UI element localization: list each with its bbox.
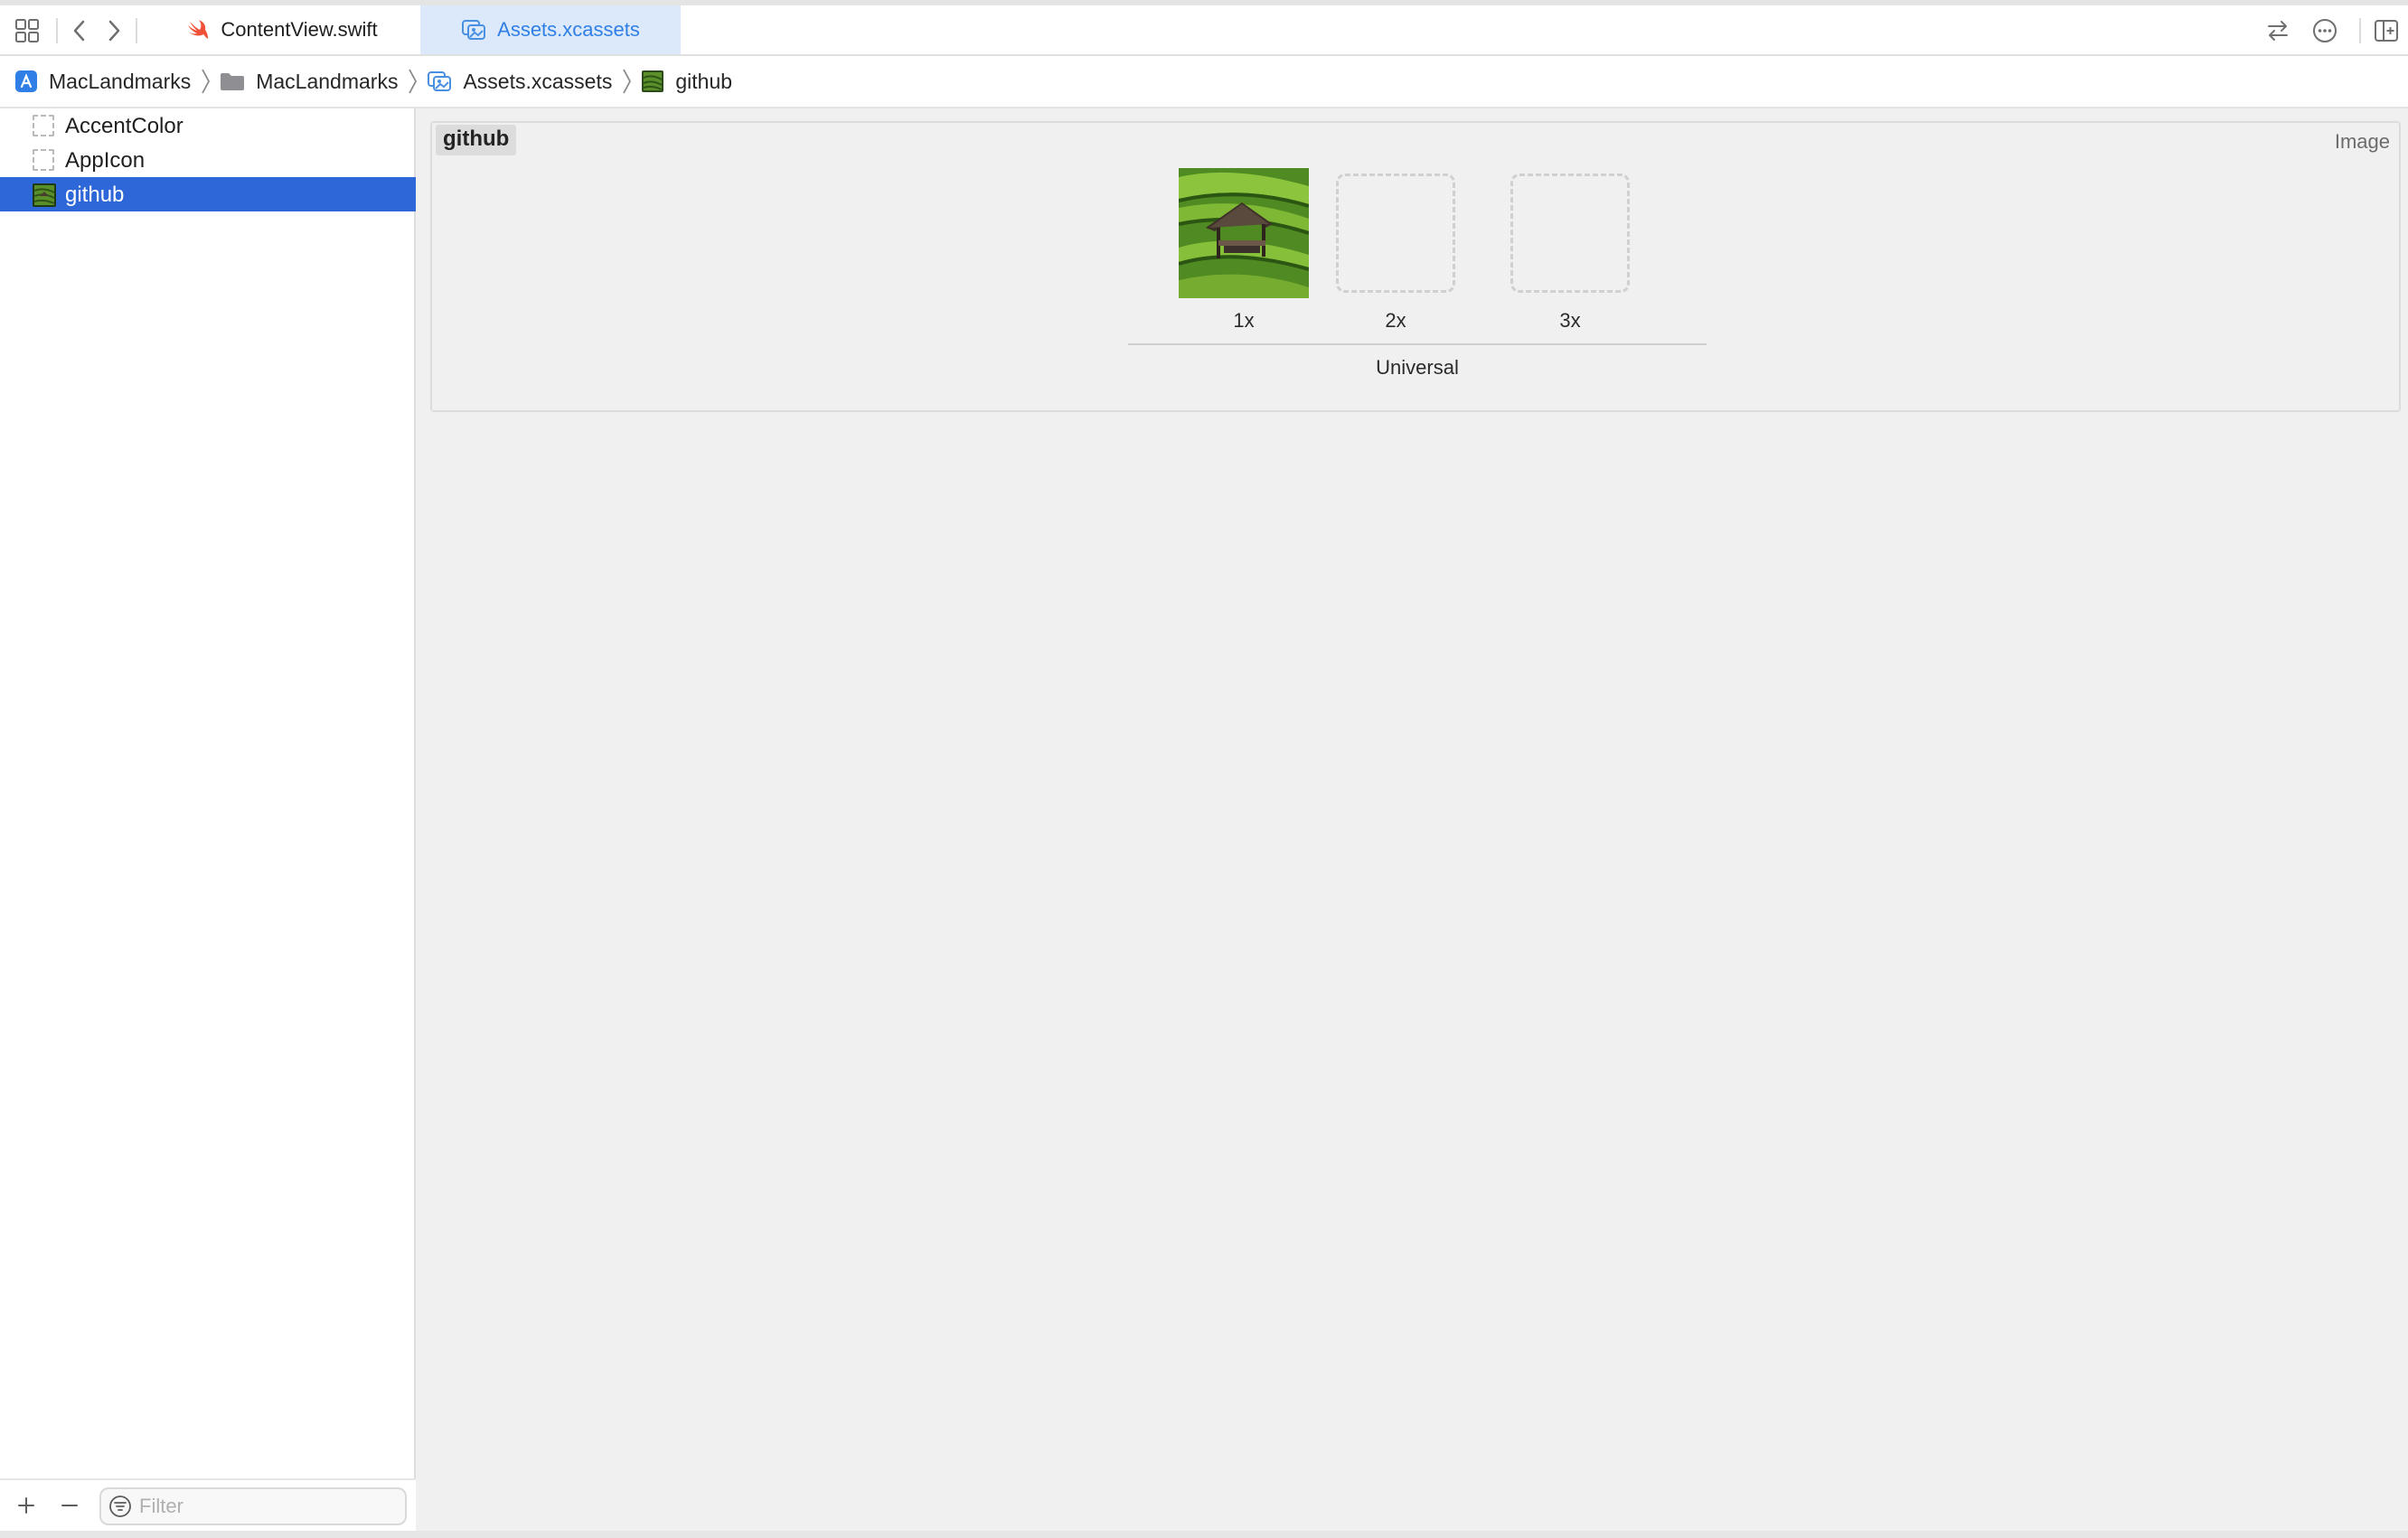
sidebar-item-label: github <box>65 183 125 207</box>
project-icon <box>14 70 38 93</box>
asset-catalog-icon <box>427 70 452 92</box>
tab-contentview-swift[interactable]: ContentView.swift <box>145 5 419 54</box>
swap-arrows-icon[interactable] <box>2262 14 2294 47</box>
image-set-icon <box>33 183 56 207</box>
slot-label-1x: 1x <box>1233 309 1255 332</box>
breadcrumb-label: MacLandmarks <box>49 69 192 93</box>
window-bottom-border <box>0 1531 2408 1538</box>
folder-icon <box>220 71 245 91</box>
slot-label-3x: 3x <box>1559 309 1581 332</box>
asset-outline-sidebar: AccentColor AppIcon github <box>0 108 416 1531</box>
add-icon[interactable] <box>11 1490 42 1521</box>
image-set-panel: github Image 1x 2x 3x Universal <box>430 121 2401 412</box>
breadcrumb-separator-icon <box>200 68 211 95</box>
breadcrumb-separator-icon <box>407 68 418 95</box>
breadcrumb-group[interactable]: MacLandmarks <box>220 70 398 94</box>
breadcrumb: MacLandmarks MacLandmarks Assets.xcasset… <box>0 56 2408 108</box>
filter-input[interactable] <box>137 1494 394 1519</box>
forward-chevron-icon[interactable] <box>98 14 130 47</box>
remove-icon[interactable] <box>54 1490 85 1521</box>
sidebar-item-label: AccentColor <box>65 114 183 138</box>
group-divider <box>1128 343 1707 345</box>
filter-icon <box>108 1495 132 1518</box>
breadcrumb-separator-icon <box>621 68 632 95</box>
sidebar-item-accentcolor[interactable]: AccentColor <box>0 108 416 143</box>
breadcrumb-label: Assets.xcassets <box>463 69 613 93</box>
breadcrumb-project[interactable]: MacLandmarks <box>14 70 191 94</box>
toolbar-divider <box>136 18 137 43</box>
breadcrumb-image-set[interactable]: github <box>641 70 732 94</box>
filter-field[interactable] <box>99 1487 407 1525</box>
app-icon-set-icon <box>33 149 56 173</box>
slot-label-2x: 2x <box>1385 309 1406 332</box>
asset-catalog-icon <box>461 19 486 41</box>
rice-terrace-hut-thumbnail <box>1179 168 1309 298</box>
image-set-type: Image <box>2334 130 2390 153</box>
tab-assets-xcassets[interactable]: Assets.xcassets <box>420 5 681 54</box>
more-options-icon[interactable] <box>2309 14 2341 47</box>
asset-editor: github Image 1x 2x 3x Universal <box>416 108 2408 1531</box>
grid-icon[interactable] <box>11 14 43 47</box>
sidebar-item-github[interactable]: github <box>0 177 416 211</box>
breadcrumb-label: github <box>675 69 733 93</box>
swift-file-icon <box>186 19 210 41</box>
sidebar-footer <box>0 1478 416 1531</box>
tab-bar: ContentView.swift Assets.xcassets <box>0 5 2408 56</box>
image-set-icon <box>641 70 664 93</box>
tab-label: Assets.xcassets <box>497 18 640 41</box>
breadcrumb-label: MacLandmarks <box>256 69 399 93</box>
sidebar-item-appicon[interactable]: AppIcon <box>0 143 416 177</box>
toolbar-divider <box>56 18 58 43</box>
sidebar-item-label: AppIcon <box>65 148 146 173</box>
image-slot-1x[interactable] <box>1179 168 1309 298</box>
image-set-name[interactable]: github <box>436 125 517 155</box>
breadcrumb-asset-catalog[interactable]: Assets.xcassets <box>427 70 612 94</box>
image-slot-2x[interactable] <box>1336 173 1455 293</box>
back-chevron-icon[interactable] <box>63 14 96 47</box>
color-set-icon <box>33 115 56 138</box>
tab-label: ContentView.swift <box>221 18 378 41</box>
device-group-label: Universal <box>1376 356 1459 379</box>
toolbar-divider <box>2359 18 2361 43</box>
add-editor-split-icon[interactable] <box>2370 14 2403 47</box>
image-slot-3x[interactable] <box>1510 173 1630 293</box>
